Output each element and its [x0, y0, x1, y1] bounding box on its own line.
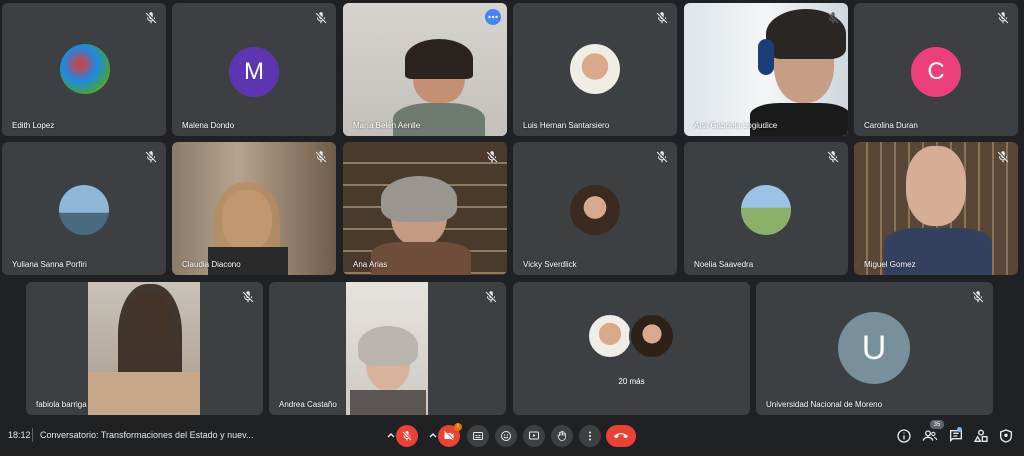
- participant-tile-ana-gabriela[interactable]: Ana Gabriela Logiudice: [684, 3, 848, 136]
- others-count-label: 20 más: [618, 377, 645, 386]
- video-feed: [854, 142, 1018, 275]
- participant-name: Ana Gabriela Logiudice: [694, 121, 778, 130]
- participant-tile-noelia[interactable]: Noelia Saavedra: [684, 142, 848, 275]
- participant-name: Luis Hernan Santarsiero: [523, 121, 610, 130]
- mic-off-icon: [997, 12, 1009, 24]
- participant-tile-luis[interactable]: Luis Hernan Santarsiero: [513, 3, 677, 136]
- mic-off-icon: [827, 12, 839, 24]
- participant-tile-malena[interactable]: M Malena Dondo: [172, 3, 336, 136]
- avatar: U: [838, 312, 910, 384]
- chevron-up-icon[interactable]: [386, 430, 396, 442]
- mic-off-icon: [486, 151, 498, 163]
- others-tile[interactable]: 20 más: [513, 282, 750, 415]
- raise-hand-button[interactable]: [551, 425, 573, 447]
- participant-name: Carolina Duran: [864, 121, 918, 130]
- avatar: [60, 44, 110, 94]
- participant-tile-vicky[interactable]: Vicky Sverdlick: [513, 142, 677, 275]
- mic-off-icon: [485, 291, 497, 303]
- video-feed: [172, 142, 336, 275]
- divider: [32, 428, 33, 442]
- emoji-icon: [501, 431, 511, 441]
- avatar: [570, 185, 620, 235]
- mic-off-icon: [242, 291, 254, 303]
- emoji-button[interactable]: [495, 425, 517, 447]
- participant-name: María Belén Aenlle: [353, 121, 421, 130]
- hang-up-icon: [614, 433, 628, 439]
- bottom-toolbar: 18:12 Conversatorio: Transformaciones de…: [0, 416, 1024, 456]
- participant-tile-miguel[interactable]: Miguel Gomez: [854, 142, 1018, 275]
- unread-dot: [957, 427, 962, 432]
- participant-tile-edith[interactable]: Edith Lopez: [2, 3, 166, 136]
- avatar: [587, 313, 633, 359]
- video-feed: [88, 282, 200, 415]
- participant-tile-andrea[interactable]: Andrea Castaño: [269, 282, 506, 415]
- captions-button[interactable]: [467, 425, 489, 447]
- mic-off-icon: [315, 12, 327, 24]
- mic-off-icon: [656, 151, 668, 163]
- clock: 18:12: [8, 430, 31, 440]
- participant-name: Andrea Castaño: [279, 400, 337, 409]
- mic-toggle-button[interactable]: [396, 425, 418, 447]
- avatar: [570, 44, 620, 94]
- participant-name: Yuliana Sanna Porfiri: [12, 260, 87, 269]
- avatar: M: [229, 47, 279, 97]
- participant-tile-claudia[interactable]: Claudia Diacono: [172, 142, 336, 275]
- camera-off-icon: [444, 431, 454, 441]
- more-options-button[interactable]: [485, 9, 501, 25]
- mic-off-icon: [315, 151, 327, 163]
- participant-name: Noelia Saavedra: [694, 260, 754, 269]
- leave-call-button[interactable]: [606, 425, 636, 447]
- avatar: [59, 185, 109, 235]
- participant-name: Claudia Diacono: [182, 260, 241, 269]
- participant-name: Malena Dondo: [182, 121, 235, 130]
- video-feed: [684, 3, 848, 136]
- participant-name: Universidad Nacional de Moreno: [766, 400, 883, 409]
- more-options-button[interactable]: [579, 425, 601, 447]
- avatar: [741, 185, 791, 235]
- captions-icon: [473, 432, 483, 440]
- mic-off-icon: [972, 291, 984, 303]
- mic-off-icon: [145, 12, 157, 24]
- participant-name: Vicky Sverdlick: [523, 260, 577, 269]
- participant-tile-fabiola[interactable]: fabiola barriga: [26, 282, 263, 415]
- meeting-title: Conversatorio: Transformaciones del Esta…: [40, 430, 254, 440]
- host-controls-icon[interactable]: [998, 428, 1014, 444]
- participant-name: Edith Lopez: [12, 121, 55, 130]
- present-icon: [529, 431, 539, 440]
- more-options-icon: [589, 431, 591, 441]
- info-icon[interactable]: [896, 428, 912, 444]
- participant-name: fabiola barriga: [36, 400, 87, 409]
- participant-tile-maria[interactable]: María Belén Aenlle: [343, 3, 507, 136]
- avatar: [629, 313, 675, 359]
- present-button[interactable]: [523, 425, 545, 447]
- participant-tile-yuliana[interactable]: Yuliana Sanna Porfiri: [2, 142, 166, 275]
- participant-tile-ana-arias[interactable]: Ana Arias: [343, 142, 507, 275]
- raise-hand-icon: [557, 430, 566, 441]
- video-feed: [343, 3, 507, 136]
- mic-off-icon: [827, 151, 839, 163]
- mic-off-icon: [402, 431, 412, 441]
- warning-badge: !: [454, 423, 462, 431]
- participant-tile-universidad[interactable]: U Universidad Nacional de Moreno: [756, 282, 993, 415]
- chevron-up-icon[interactable]: [428, 430, 438, 442]
- participant-count-badge: 35: [930, 420, 944, 429]
- avatar: C: [911, 47, 961, 97]
- mic-off-icon: [145, 151, 157, 163]
- mic-off-icon: [656, 12, 668, 24]
- mic-off-icon: [997, 151, 1009, 163]
- participant-name: Miguel Gomez: [864, 260, 916, 269]
- participant-tile-carolina[interactable]: C Carolina Duran: [854, 3, 1018, 136]
- activities-icon[interactable]: [973, 428, 989, 444]
- video-feed: [346, 282, 428, 415]
- people-icon[interactable]: [922, 428, 938, 444]
- participant-name: Ana Arias: [353, 260, 388, 269]
- video-feed: [343, 142, 507, 275]
